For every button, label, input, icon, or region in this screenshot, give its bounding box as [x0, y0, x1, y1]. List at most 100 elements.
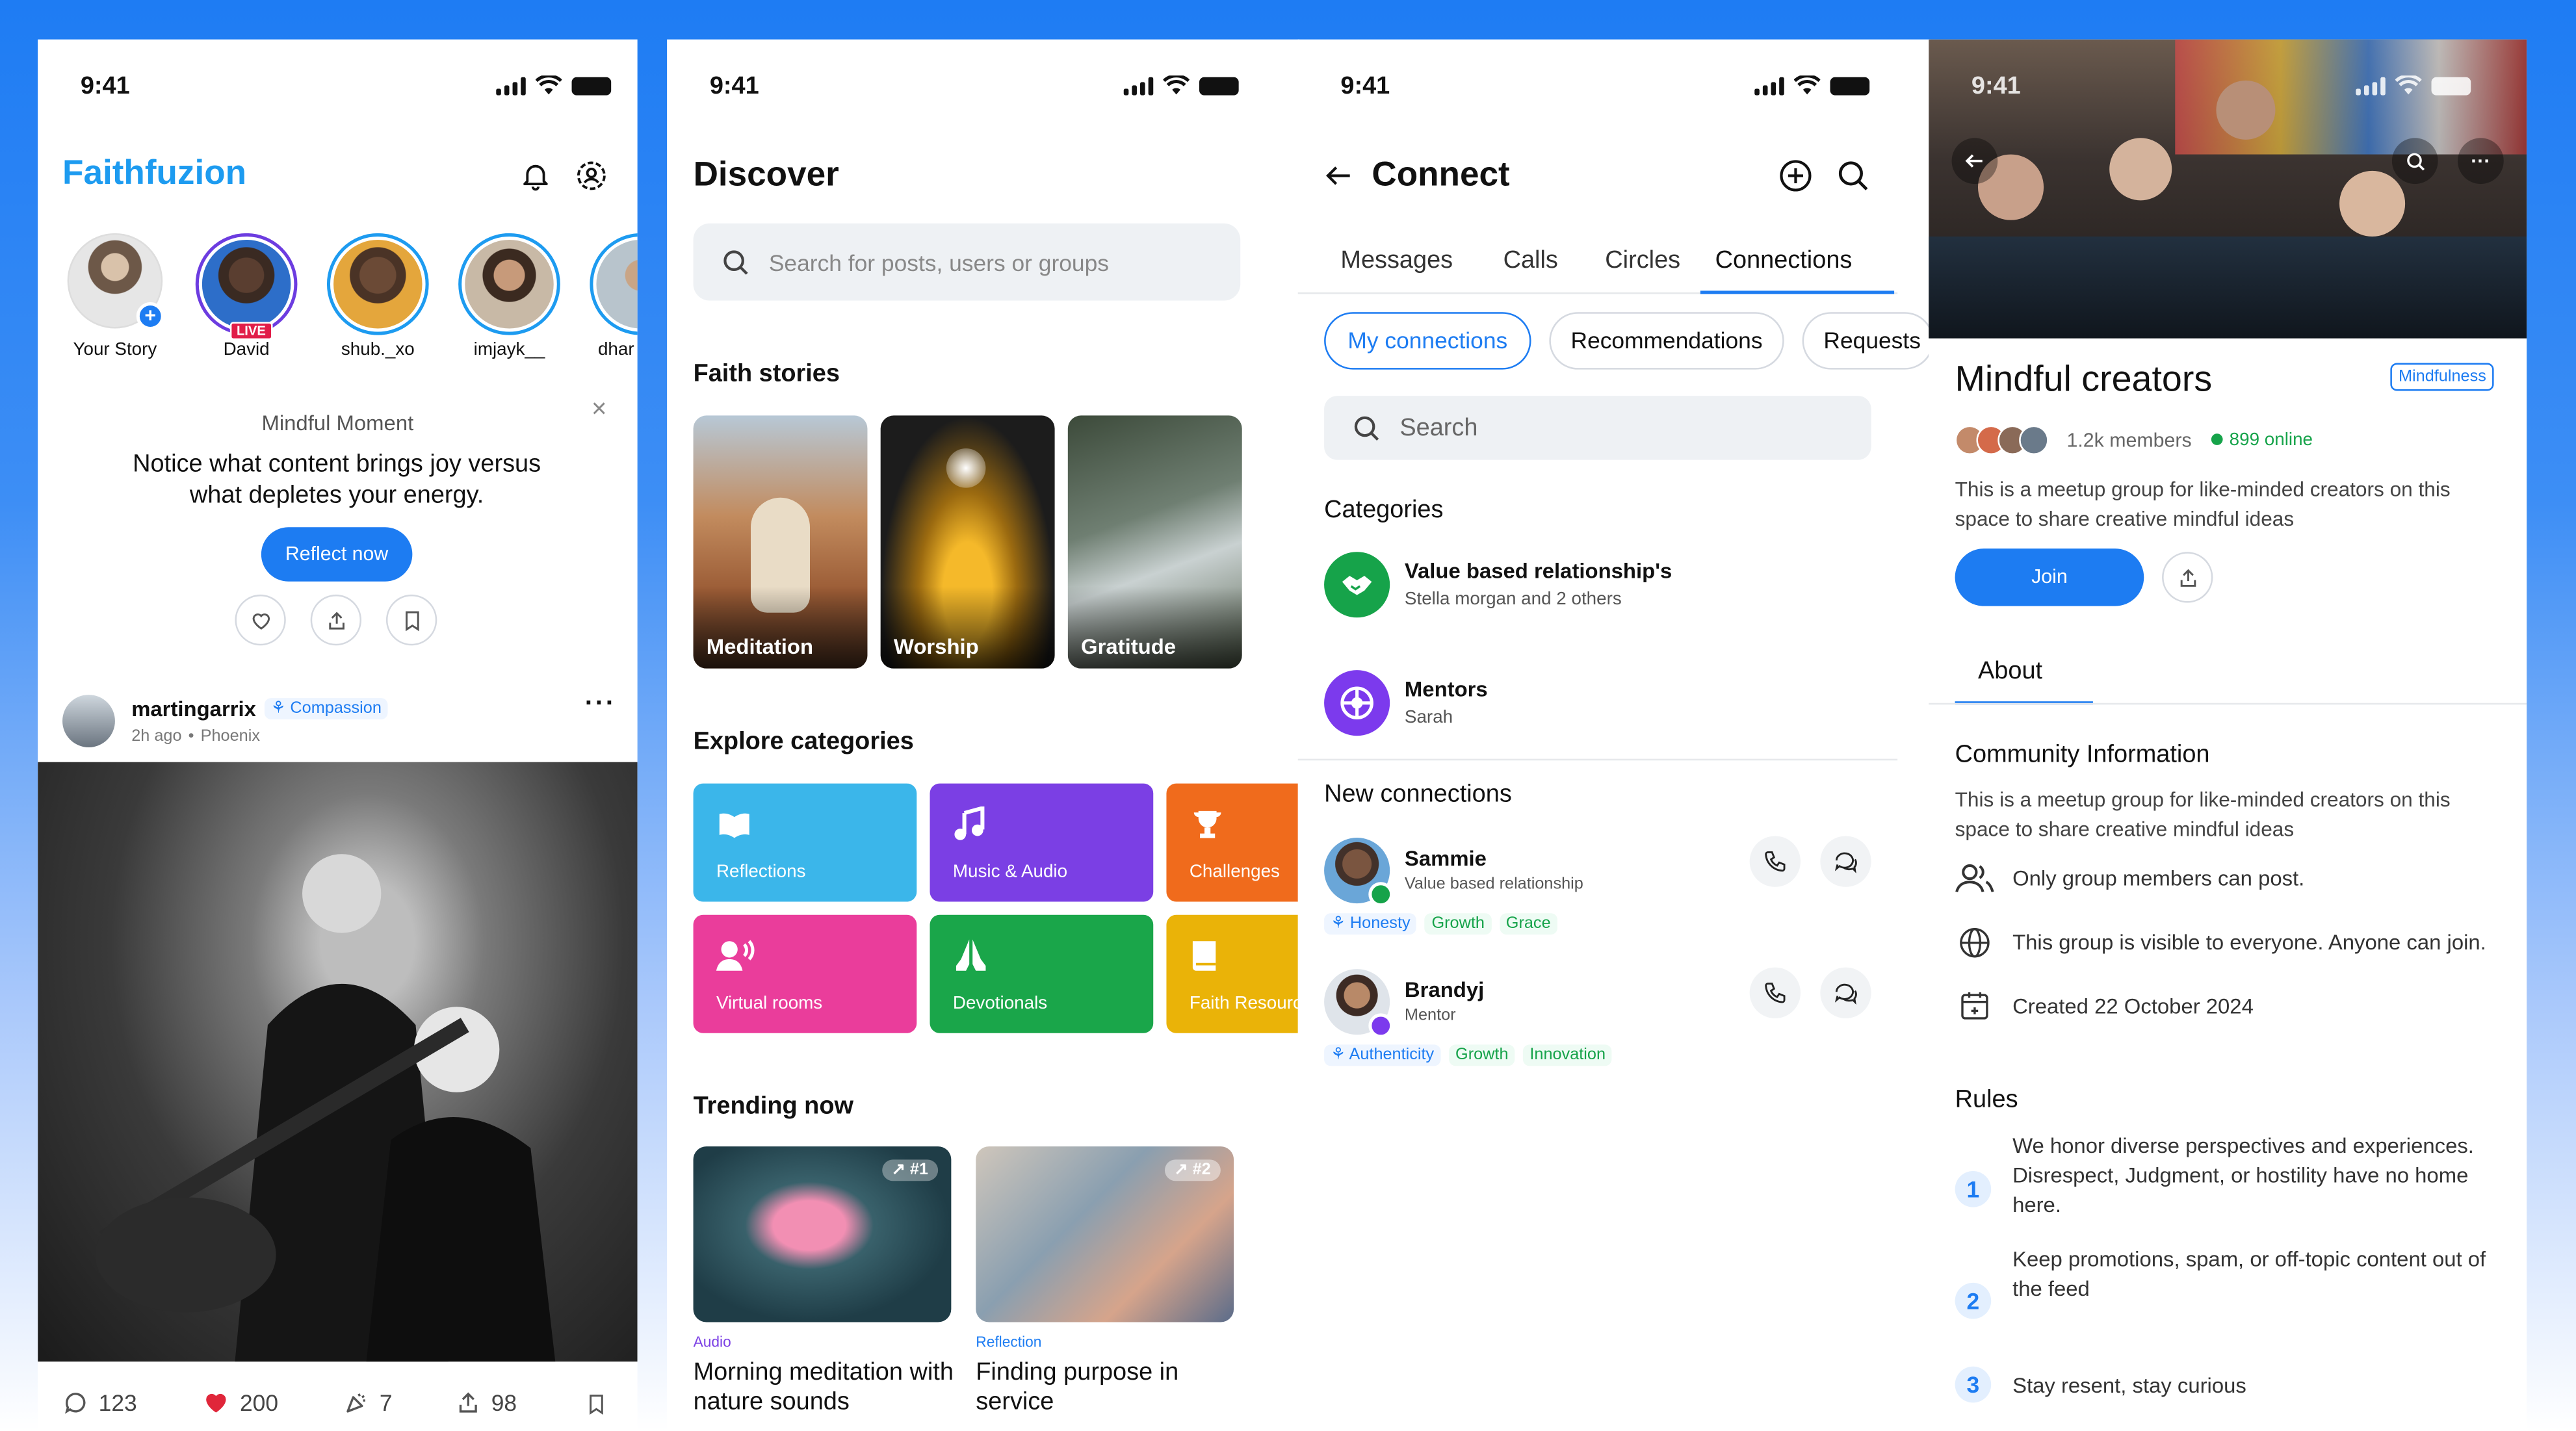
search-input[interactable]: Search: [1324, 396, 1871, 460]
trending-card-2-image[interactable]: ↗ #2: [976, 1146, 1234, 1322]
category-devotionals[interactable]: Devotionals: [930, 914, 1154, 1033]
category-virtual-rooms[interactable]: Virtual rooms: [693, 914, 917, 1033]
faith-card-gratitude[interactable]: Gratitude: [1067, 415, 1242, 669]
message-button[interactable]: [1820, 836, 1871, 887]
tab-about[interactable]: About: [1978, 657, 2042, 685]
filter-recommendations[interactable]: Recommendations: [1549, 312, 1784, 370]
like-moment-button[interactable]: [235, 594, 286, 646]
close-icon[interactable]: ×: [592, 396, 607, 425]
back-arrow-icon[interactable]: [1323, 159, 1356, 192]
trending-title[interactable]: Finding purpose in service: [976, 1358, 1222, 1417]
faith-card-meditation[interactable]: Meditation: [693, 415, 868, 669]
tag-chip[interactable]: ⚘ Honesty: [1324, 913, 1417, 935]
faith-card-label: Meditation: [706, 634, 814, 659]
save-moment-button[interactable]: [385, 594, 437, 646]
profile-settings-icon[interactable]: [575, 159, 608, 192]
rule-number: 2: [1955, 1282, 1992, 1319]
story-label: Your Story: [73, 340, 157, 360]
back-button[interactable]: [1951, 138, 1998, 185]
compassion-tag[interactable]: ⚘ Compassion: [264, 698, 389, 720]
comments-count[interactable]: 123: [62, 1389, 137, 1416]
celebrate-count[interactable]: 7: [343, 1389, 393, 1416]
tag-chip[interactable]: ⚘ Authenticity: [1324, 1044, 1441, 1066]
group-search-button[interactable]: [2391, 138, 2438, 185]
share-icon: [459, 1392, 477, 1413]
add-icon[interactable]: [1778, 158, 1814, 194]
person-name[interactable]: Brandyj: [1405, 977, 1484, 1002]
more-options-icon[interactable]: ···: [585, 690, 616, 719]
trending-title[interactable]: Morning meditation with nature sounds: [694, 1358, 956, 1417]
member-avatars[interactable]: [1955, 425, 2049, 456]
group-more-icon[interactable]: ···: [2457, 138, 2504, 185]
person-avatar[interactable]: [1324, 837, 1394, 907]
story-shub[interactable]: shub._xo: [326, 233, 429, 360]
trending-card-1-image[interactable]: ↗ #1: [693, 1146, 952, 1322]
search-input[interactable]: Search for posts, users or groups: [693, 223, 1241, 301]
category-value-based-avatar[interactable]: [1324, 552, 1390, 618]
category-challenges[interactable]: Challenges: [1166, 783, 1300, 902]
faith-card-worship[interactable]: Worship: [880, 415, 1055, 669]
story-label: David: [223, 340, 270, 360]
likes-count[interactable]: 200: [202, 1389, 278, 1416]
mindful-text: Notice what content brings joy versus wh…: [133, 450, 541, 509]
reflect-now-button[interactable]: Reflect now: [261, 527, 413, 582]
message-button[interactable]: [1820, 967, 1871, 1018]
tag-chip[interactable]: Growth: [1425, 913, 1492, 935]
share-group-button[interactable]: [2162, 552, 2213, 603]
wifi-icon: [535, 75, 562, 95]
search-placeholder: Search for posts, users or groups: [768, 248, 1109, 276]
info-row-created: Created 22 October 2024: [2012, 994, 2254, 1018]
category-reflections[interactable]: Reflections: [693, 783, 917, 902]
tab-circles[interactable]: Circles: [1605, 246, 1680, 274]
story-dhar[interactable]: dhar: [590, 233, 638, 360]
search-icon: [2406, 152, 2424, 170]
category-name[interactable]: Value based relationship's: [1405, 558, 1672, 583]
person-avatar[interactable]: [1324, 969, 1394, 1038]
status-icons: [2356, 75, 2471, 95]
rules-heading: Rules: [1955, 1085, 2018, 1114]
tab-calls[interactable]: Calls: [1503, 246, 1558, 274]
community-info-text: This is a meetup group for like-minded c…: [1955, 788, 2451, 842]
shares-count[interactable]: 98: [455, 1389, 517, 1416]
category-music-audio[interactable]: Music & Audio: [930, 783, 1154, 902]
share-moment-button[interactable]: [310, 594, 362, 646]
post-author-name[interactable]: martingarrix: [131, 697, 256, 721]
story-david[interactable]: LIVE David: [195, 233, 298, 360]
calendar-icon: [1961, 992, 1988, 1020]
bible-icon: [1192, 941, 1216, 971]
search-icon[interactable]: [1835, 158, 1871, 194]
battery-icon: [1830, 76, 1870, 95]
category-mentors-avatar[interactable]: [1324, 670, 1390, 736]
trending-rank-badge: ↗ #1: [881, 1159, 939, 1181]
divider: [1297, 758, 1898, 761]
explore-heading: Explore categories: [693, 727, 914, 756]
category-name[interactable]: Mentors: [1405, 677, 1488, 701]
post-author-avatar[interactable]: [62, 695, 115, 747]
story-your-story[interactable]: + Your Story: [67, 233, 164, 360]
person-name[interactable]: Sammie: [1405, 846, 1487, 871]
group-category-badge[interactable]: Mindfulness: [2390, 363, 2495, 391]
tag-chip[interactable]: Growth: [1448, 1044, 1515, 1066]
speaking-icon: [716, 940, 755, 971]
tab-messages[interactable]: Messages: [1340, 246, 1453, 274]
filter-requests[interactable]: Requests: [1802, 312, 1931, 370]
call-button[interactable]: [1749, 967, 1801, 1018]
category-faith-resources[interactable]: Faith Resourc: [1166, 914, 1300, 1033]
members-count[interactable]: 1.2k members: [2066, 429, 2191, 452]
chat-icon: [1834, 983, 1857, 1005]
story-label: shub._xo: [341, 340, 415, 360]
live-badge: LIVE: [229, 322, 272, 341]
tag-chip[interactable]: Innovation: [1523, 1044, 1613, 1066]
bell-icon[interactable]: [519, 159, 553, 192]
tab-connections[interactable]: Connections: [1715, 246, 1853, 274]
post-image[interactable]: [38, 762, 638, 1362]
tag-chip[interactable]: Grace: [1499, 913, 1557, 935]
filter-my-connections[interactable]: My connections: [1324, 312, 1531, 370]
call-button[interactable]: [1749, 836, 1801, 887]
online-dot: [2211, 433, 2223, 445]
bookmark-icon[interactable]: [585, 1391, 608, 1417]
story-imjayk[interactable]: imjayk__: [458, 233, 560, 360]
wifi-icon: [1793, 75, 1821, 95]
connect-screen: 9:41 Connect Messages Calls Circles Conn…: [1297, 39, 1931, 1431]
join-button[interactable]: Join: [1955, 548, 2144, 606]
